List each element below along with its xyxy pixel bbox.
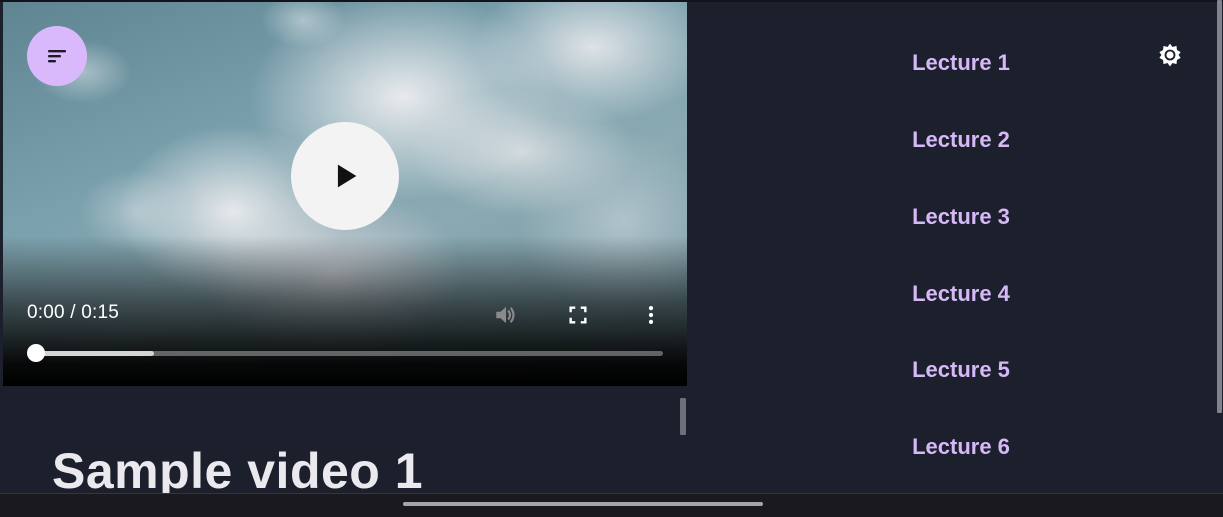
- menu-icon: [48, 50, 66, 63]
- lecture-item-1[interactable]: Lecture 1: [886, 48, 1036, 78]
- menu-button[interactable]: [27, 26, 87, 86]
- fullscreen-icon: [569, 306, 587, 324]
- seek-thumb[interactable]: [27, 344, 45, 362]
- more-options-button[interactable]: [638, 302, 664, 328]
- mute-button[interactable]: [493, 302, 519, 328]
- lecture-list-scrollbar[interactable]: [1217, 0, 1222, 413]
- play-icon: [337, 164, 357, 188]
- lecture-item-6[interactable]: Lecture 6: [886, 432, 1036, 462]
- brightness-icon: [1159, 43, 1181, 67]
- seek-track[interactable]: [35, 351, 663, 356]
- volume-icon: [496, 306, 515, 324]
- more-vert-icon: [648, 306, 654, 324]
- app-root: 0:00 / 0:15 Sample video 1 Lecture 1 Lec…: [0, 0, 1223, 517]
- theme-toggle-button[interactable]: [1155, 40, 1185, 70]
- navigation-bar: [0, 493, 1223, 517]
- play-button[interactable]: [291, 122, 399, 230]
- content-scrollbar[interactable]: [680, 398, 686, 435]
- lecture-item-5[interactable]: Lecture 5: [886, 355, 1036, 385]
- lecture-item-2[interactable]: Lecture 2: [886, 125, 1036, 155]
- gesture-handle[interactable]: [403, 502, 763, 506]
- fullscreen-button[interactable]: [565, 302, 591, 328]
- lecture-item-4[interactable]: Lecture 4: [886, 279, 1036, 309]
- buffered-bar: [35, 351, 154, 356]
- video-player[interactable]: 0:00 / 0:15: [3, 2, 687, 386]
- time-display: 0:00 / 0:15: [27, 302, 119, 323]
- lecture-item-3[interactable]: Lecture 3: [886, 202, 1036, 232]
- video-title: Sample video 1: [52, 443, 424, 499]
